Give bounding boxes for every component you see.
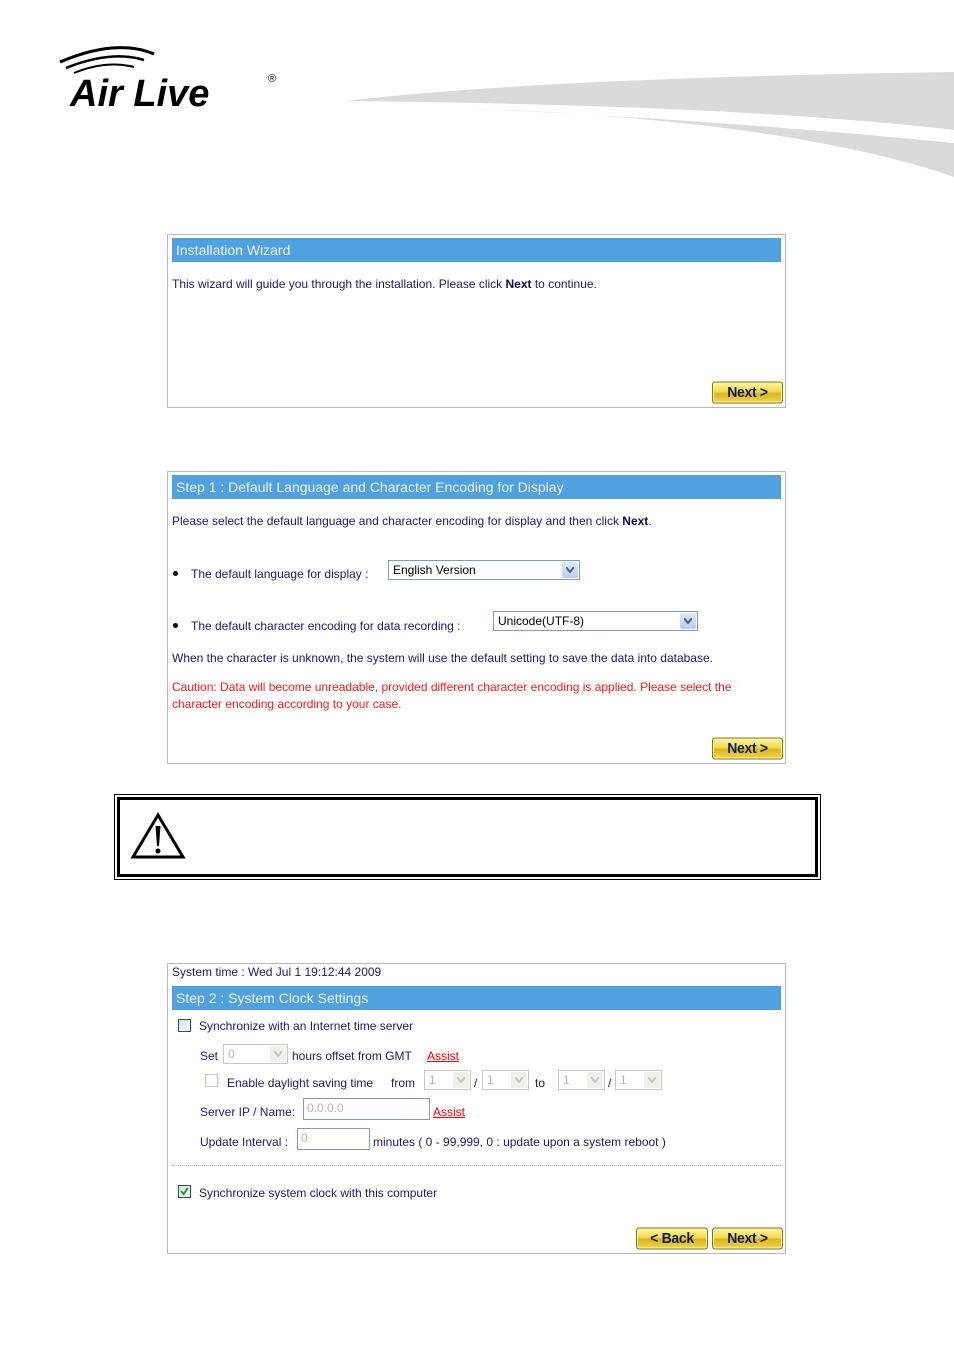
caution-text: Caution: Data will become unreadable, pr… (172, 680, 732, 711)
installation-wizard-panel: Installation Wizard This wizard will gui… (167, 234, 786, 408)
chevron-down-icon (511, 1072, 527, 1088)
registered-mark: ® (268, 73, 276, 85)
chevron-down-icon (270, 1046, 286, 1062)
bullet-icon (173, 623, 178, 628)
panel-title: Step 1 : Default Language and Character … (172, 475, 781, 499)
dst-to-month-select[interactable]: 1 (558, 1070, 605, 1090)
dst-to-slash: / (608, 1076, 612, 1090)
dst-checkbox[interactable] (205, 1074, 218, 1087)
gmt-offset-suffix: hours offset from GMT (292, 1049, 412, 1063)
chevron-down-icon (562, 562, 578, 578)
server-assist-link[interactable]: Assist (433, 1105, 465, 1119)
interval-label: Update Interval : (200, 1135, 289, 1149)
chevron-down-icon (453, 1072, 469, 1088)
sync-internet-label: Synchronize with an Internet time server (199, 1019, 414, 1033)
panel-title: Step 2 : System Clock Settings (172, 986, 781, 1010)
warning-triangle-icon (130, 812, 186, 859)
set-label: Set (200, 1049, 219, 1063)
panel-title: Installation Wizard (172, 238, 781, 262)
next-button[interactable]: Next > (712, 737, 783, 760)
dst-from-label: from (391, 1076, 415, 1090)
system-time: System time : Wed Jul 1 19:12:44 2009 (172, 965, 382, 979)
next-button[interactable]: Next > (712, 1227, 783, 1250)
section-divider (172, 1165, 781, 1166)
unknown-character-note: When the character is unknown, the syste… (172, 651, 713, 665)
gmt-offset-select[interactable]: 0 (223, 1044, 288, 1064)
step1-intro: Please select the default language and c… (172, 514, 652, 528)
dst-to-label: to (535, 1076, 546, 1090)
chevron-down-icon (587, 1072, 603, 1088)
checkmark-icon (180, 1187, 189, 1196)
dst-from-month-select[interactable]: 1 (424, 1070, 471, 1090)
logo-text: Air Live (69, 73, 209, 112)
language-label: The default language for display : (191, 567, 369, 581)
chevron-down-icon (680, 613, 696, 629)
dst-to-day-select[interactable]: 1 (615, 1070, 662, 1090)
warning-note-box (114, 794, 821, 880)
server-ip-input[interactable]: 0.0.0.0 (303, 1098, 430, 1120)
sync-internet-checkbox[interactable] (178, 1019, 191, 1032)
dst-from-day-select[interactable]: 1 (482, 1070, 529, 1090)
dst-label: Enable daylight saving time (227, 1076, 374, 1090)
step1-language-panel: Step 1 : Default Language and Character … (167, 471, 786, 764)
next-button[interactable]: Next > (712, 381, 783, 404)
sync-computer-checkbox[interactable] (178, 1185, 191, 1198)
encoding-label: The default character encoding for data … (191, 619, 461, 633)
update-interval-input[interactable]: 0 (297, 1128, 370, 1150)
server-label: Server IP / Name: (200, 1105, 296, 1119)
encoding-select[interactable]: Unicode(UTF-8) (493, 611, 698, 631)
back-button[interactable]: < Back (636, 1227, 708, 1250)
airlive-logo: Air Live ® (59, 46, 276, 112)
bullet-icon (173, 571, 178, 576)
language-select[interactable]: English Version (388, 560, 580, 580)
header-swoosh-graphic (345, 72, 954, 177)
wifi-arc-inner (73, 63, 135, 74)
sync-computer-label: Synchronize system clock with this compu… (199, 1186, 438, 1200)
step2-clock-panel: System time : Wed Jul 1 19:12:44 2009 St… (167, 963, 786, 1254)
interval-hint: minutes ( 0 - 99,999, 0 : update upon a … (373, 1135, 666, 1149)
wizard-intro: This wizard will guide you through the i… (172, 277, 597, 291)
chevron-down-icon (644, 1072, 660, 1088)
dst-from-slash: / (474, 1076, 478, 1090)
gmt-assist-link[interactable]: Assist (427, 1049, 459, 1063)
